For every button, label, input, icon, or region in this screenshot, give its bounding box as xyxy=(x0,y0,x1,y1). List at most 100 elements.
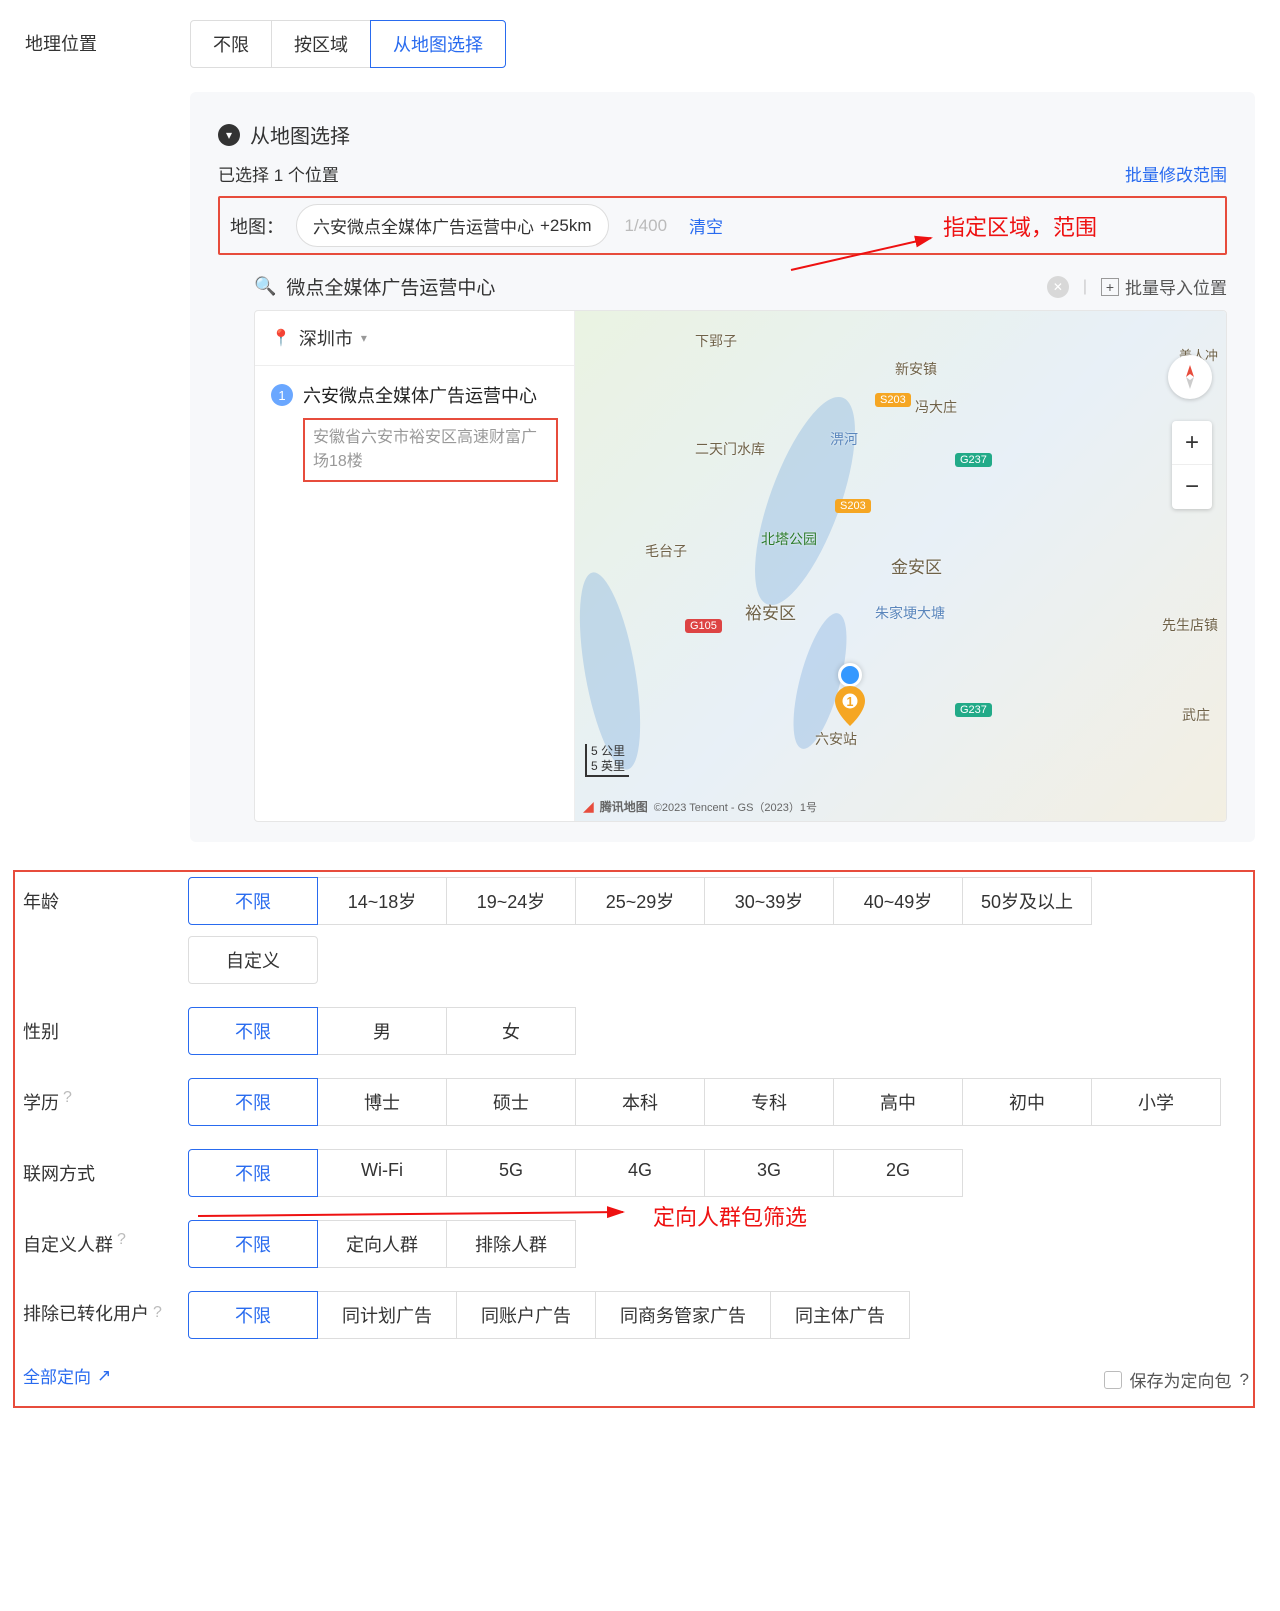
pill-radius: +25km xyxy=(540,216,592,236)
clear-search-icon[interactable]: ✕ xyxy=(1047,276,1069,298)
pill-name: 六安微点全媒体广告运营中心 xyxy=(313,213,534,238)
help-icon[interactable]: ? xyxy=(1240,1370,1249,1390)
edu-opt-unlimited[interactable]: 不限 xyxy=(188,1078,318,1126)
annotation-text: 定向人群包筛选 xyxy=(653,1200,807,1232)
age-opt-unlimited[interactable]: 不限 xyxy=(188,877,318,925)
education-label: 学历 xyxy=(23,1089,59,1115)
edu-opt-bachelor[interactable]: 本科 xyxy=(575,1078,705,1126)
geo-tab-map[interactable]: 从地图选择 xyxy=(370,20,506,68)
net-opt-2g[interactable]: 2G xyxy=(833,1149,963,1197)
bulk-import[interactable]: + 批量导入位置 xyxy=(1101,274,1227,299)
location-counter: 1/400 xyxy=(625,216,668,236)
help-icon[interactable]: ? xyxy=(153,1302,162,1327)
edu-opt-middle[interactable]: 初中 xyxy=(962,1078,1092,1126)
map-label: 淠河 xyxy=(830,429,858,449)
net-opt-unlimited[interactable]: 不限 xyxy=(188,1149,318,1197)
geo-tab-region[interactable]: 按区域 xyxy=(271,20,371,68)
compass-icon[interactable] xyxy=(1168,355,1212,399)
tencent-map-icon: ◢ xyxy=(583,798,594,815)
map-label: 冯大庄 xyxy=(915,397,957,417)
save-as-pack-checkbox[interactable] xyxy=(1104,1371,1122,1389)
age-opt-14-18[interactable]: 14~18岁 xyxy=(317,877,447,925)
zoom-out-button[interactable]: − xyxy=(1172,465,1212,509)
map-label: 下郢子 xyxy=(695,331,737,351)
net-opt-4g[interactable]: 4G xyxy=(575,1149,705,1197)
panel-title: 从地图选择 xyxy=(250,120,350,149)
ec-opt-unlimited[interactable]: 不限 xyxy=(188,1291,318,1339)
edu-opt-master[interactable]: 硕士 xyxy=(446,1078,576,1126)
road-tag: S203 xyxy=(875,393,911,407)
geo-label: 地理位置 xyxy=(25,20,190,68)
age-opt-50-plus[interactable]: 50岁及以上 xyxy=(962,877,1092,925)
gender-opt-unlimited[interactable]: 不限 xyxy=(188,1007,318,1055)
city-selector[interactable]: 📍 深圳市 ▾ xyxy=(255,311,574,366)
zoom-in-button[interactable]: + xyxy=(1172,421,1212,465)
geo-tab-group: 不限 按区域 从地图选择 xyxy=(190,20,1255,68)
map-label: 六安站 xyxy=(815,729,857,749)
net-opt-5g[interactable]: 5G xyxy=(446,1149,576,1197)
gender-opt-male[interactable]: 男 xyxy=(317,1007,447,1055)
age-options: 不限 14~18岁 19~24岁 25~29岁 30~39岁 40~49岁 50… xyxy=(188,878,1249,925)
ec-opt-same-biz[interactable]: 同商务管家广告 xyxy=(595,1291,771,1339)
map-label: 裕安区 xyxy=(745,599,796,624)
ec-opt-same-entity[interactable]: 同主体广告 xyxy=(770,1291,910,1339)
search-icon: 🔍 xyxy=(254,276,276,297)
map-attribution: ◢ 腾讯地图 ©2023 Tencent - GS（2023）1号 xyxy=(583,798,817,815)
bulk-import-label: 批量导入位置 xyxy=(1125,274,1227,299)
map-label: 武庄 xyxy=(1182,705,1210,725)
map-label: 毛台子 xyxy=(645,541,687,561)
edu-opt-high[interactable]: 高中 xyxy=(833,1078,963,1126)
ec-opt-same-account[interactable]: 同账户广告 xyxy=(456,1291,596,1339)
city-name: 深圳市 xyxy=(299,325,353,351)
location-pill[interactable]: 六安微点全媒体广告运营中心 +25km xyxy=(296,204,609,247)
network-label: 联网方式 xyxy=(23,1150,188,1197)
ca-opt-unlimited[interactable]: 不限 xyxy=(188,1220,318,1268)
external-link-icon: ↗ xyxy=(97,1366,111,1386)
map-prefix: 地图： xyxy=(230,213,284,239)
ec-opt-same-plan[interactable]: 同计划广告 xyxy=(317,1291,457,1339)
map-label: 北塔公园 xyxy=(761,529,817,549)
svg-text:1: 1 xyxy=(847,695,854,709)
map-marker[interactable]: 1 xyxy=(835,686,865,726)
result-address: 安徽省六安市裕安区高速财富广场18楼 xyxy=(303,418,558,482)
education-options: 不限 博士 硕士 本科 专科 高中 初中 小学 xyxy=(188,1079,1249,1126)
ca-opt-exclude[interactable]: 排除人群 xyxy=(446,1220,576,1268)
batch-edit-range[interactable]: 批量修改范围 xyxy=(1125,161,1227,186)
exclude-converted-options: 不限 同计划广告 同账户广告 同商务管家广告 同主体广告 xyxy=(188,1292,1249,1339)
network-options: 不限 Wi-Fi 5G 4G 3G 2G xyxy=(188,1150,1249,1197)
map-canvas[interactable]: 下郢子 新安镇 美人冲 冯大庄 二天门水库 淠河 毛台子 北塔公园 金安区 裕安… xyxy=(575,311,1226,821)
map-label: 朱家埂大塘 xyxy=(875,603,945,623)
age-opt-custom[interactable]: 自定义 xyxy=(188,936,318,984)
clear-locations[interactable]: 清空 xyxy=(689,213,723,238)
net-opt-wifi[interactable]: Wi-Fi xyxy=(317,1149,447,1197)
result-item[interactable]: 1 六安微点全媒体广告运营中心 安徽省六安市裕安区高速财富广场18楼 xyxy=(255,366,574,498)
chevron-down-icon[interactable]: ▾ xyxy=(218,124,240,146)
map-label: 先生店镇 xyxy=(1162,615,1218,635)
gender-opt-female[interactable]: 女 xyxy=(446,1007,576,1055)
age-opt-30-39[interactable]: 30~39岁 xyxy=(704,877,834,925)
road-tag: S203 xyxy=(835,499,871,513)
map-scale: 5 公里 5 英里 xyxy=(585,744,629,777)
road-tag: G237 xyxy=(955,453,992,467)
search-input[interactable]: 微点全媒体广告运营中心 xyxy=(286,273,1036,300)
edu-opt-primary[interactable]: 小学 xyxy=(1091,1078,1221,1126)
net-opt-3g[interactable]: 3G xyxy=(704,1149,834,1197)
age-opt-25-29[interactable]: 25~29岁 xyxy=(575,877,705,925)
chevron-down-icon: ▾ xyxy=(361,331,367,345)
gender-label: 性别 xyxy=(23,1008,188,1055)
geo-tab-unlimited[interactable]: 不限 xyxy=(190,20,272,68)
result-number-badge: 1 xyxy=(271,384,293,406)
selected-count: 已选择 1 个位置 xyxy=(218,161,339,186)
results-column: 📍 深圳市 ▾ 1 六安微点全媒体广告运营中心 安徽省六安市裕安区高速财富广场1… xyxy=(255,311,575,821)
age-opt-19-24[interactable]: 19~24岁 xyxy=(446,877,576,925)
age-opt-40-49[interactable]: 40~49岁 xyxy=(833,877,963,925)
help-icon[interactable]: ? xyxy=(63,1089,72,1107)
ca-opt-target[interactable]: 定向人群 xyxy=(317,1220,447,1268)
edu-opt-college[interactable]: 专科 xyxy=(704,1078,834,1126)
all-targeting-link[interactable]: 全部定向 ↗ xyxy=(23,1363,111,1388)
map-label: 二天门水库 xyxy=(695,439,765,459)
road-tag: G105 xyxy=(685,619,722,633)
edu-opt-phd[interactable]: 博士 xyxy=(317,1078,447,1126)
help-icon[interactable]: ? xyxy=(117,1231,126,1249)
custom-audience-label: 自定义人群 xyxy=(23,1231,113,1257)
